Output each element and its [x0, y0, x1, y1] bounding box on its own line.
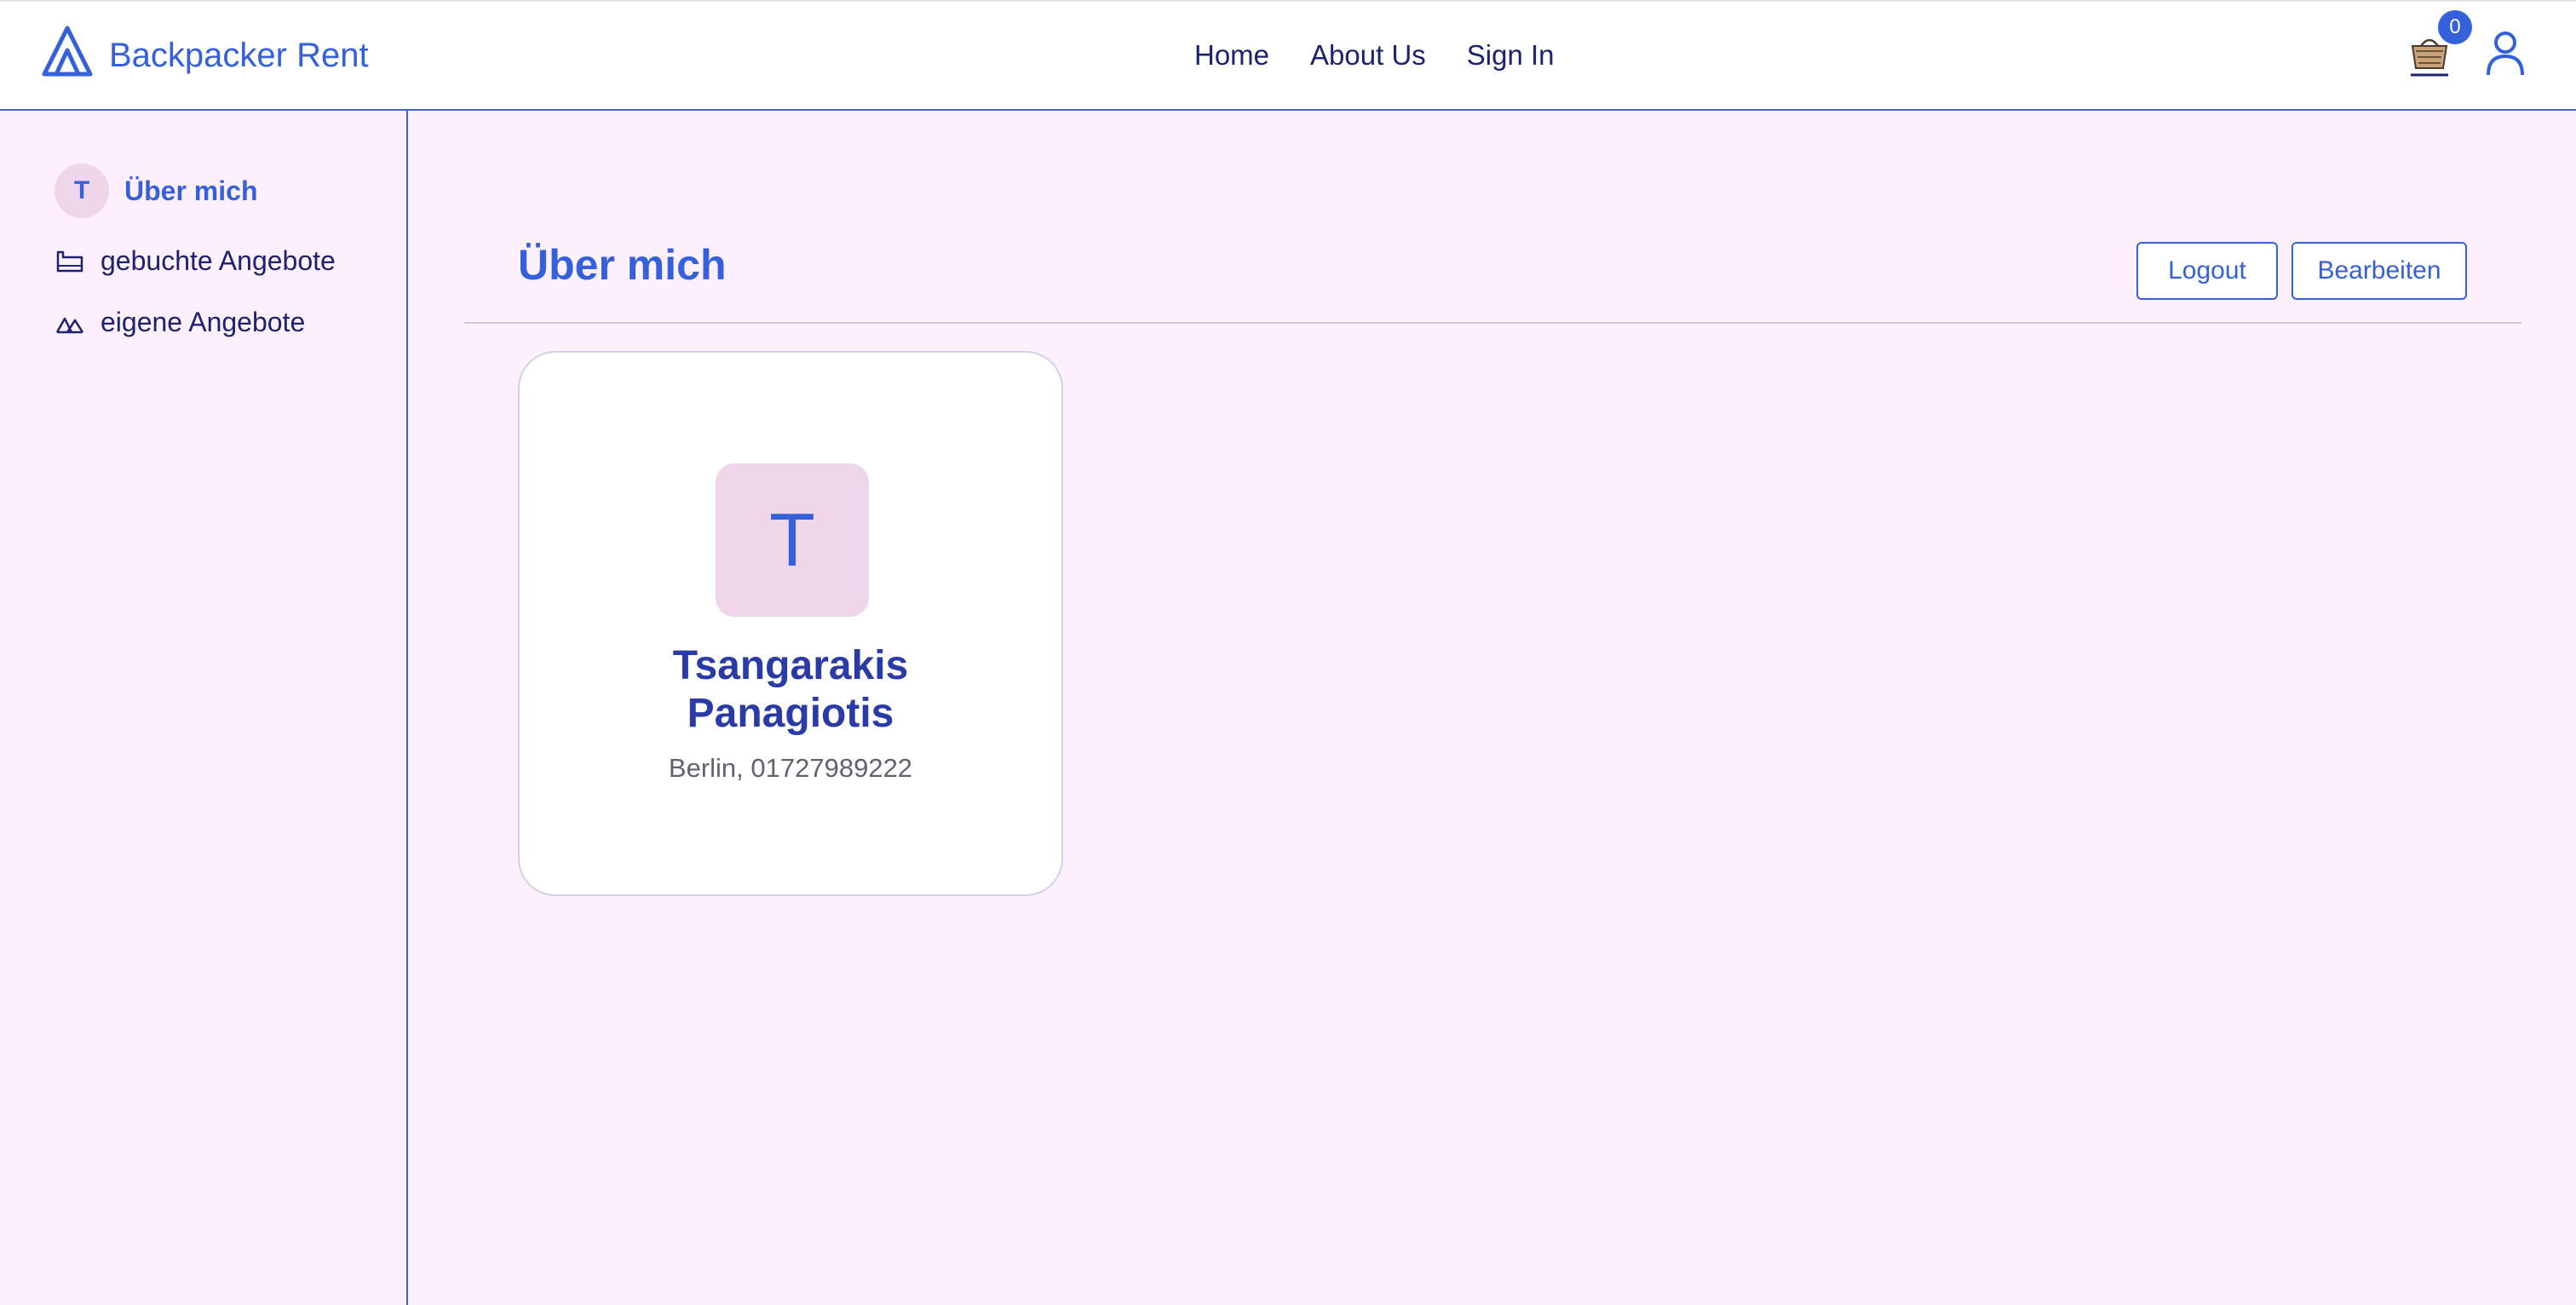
nav-signin-link[interactable]: Sign In: [1467, 39, 1555, 72]
nav-about-link[interactable]: About Us: [1310, 39, 1426, 72]
title-divider: [464, 322, 2521, 324]
avatar: T: [55, 164, 109, 218]
sidebar-item-label: gebuchte Angebote: [101, 245, 336, 276]
page-title: Über mich: [518, 241, 727, 289]
edit-button[interactable]: Bearbeiten: [2291, 242, 2467, 300]
logout-button[interactable]: Logout: [2136, 242, 2278, 300]
booking-icon: [55, 246, 85, 277]
profile-last-name: Tsangarakis: [672, 643, 909, 688]
mountain-logo-icon: [41, 25, 94, 86]
profile-first-name: Panagiotis: [687, 691, 894, 736]
cart-count-badge: 0: [2438, 10, 2472, 44]
brand-link[interactable]: Backpacker Rent: [41, 25, 369, 86]
sidebar-item-label: eigene Angebote: [101, 307, 306, 337]
sidebar: T Über mich gebuchte Angebote eigene Ang…: [0, 111, 408, 1305]
main-nav: Home About Us Sign In: [1194, 34, 1555, 77]
brand-name: Backpacker Rent: [109, 36, 369, 74]
nav-home-link[interactable]: Home: [1194, 39, 1269, 72]
profile-card: T Tsangarakis Panagiotis Berlin, 0172798…: [518, 351, 1063, 896]
sidebar-item-own-offers[interactable]: eigene Angebote: [55, 307, 305, 338]
sidebar-item-label: Über mich: [124, 175, 258, 206]
mountains-icon: [55, 308, 85, 338]
cart-button[interactable]: 0: [2404, 10, 2472, 82]
profile-location-phone: Berlin, 01727989222: [668, 753, 913, 783]
user-icon[interactable]: [2484, 29, 2527, 77]
sidebar-item-booked-offers[interactable]: gebuchte Angebote: [55, 245, 336, 277]
sidebar-item-about-me[interactable]: T Über mich: [55, 164, 257, 218]
profile-avatar: T: [716, 463, 869, 617]
top-navbar: Backpacker Rent Home About Us Sign In 0: [0, 0, 2576, 111]
profile-name: Tsangarakis Panagiotis: [520, 642, 1061, 738]
